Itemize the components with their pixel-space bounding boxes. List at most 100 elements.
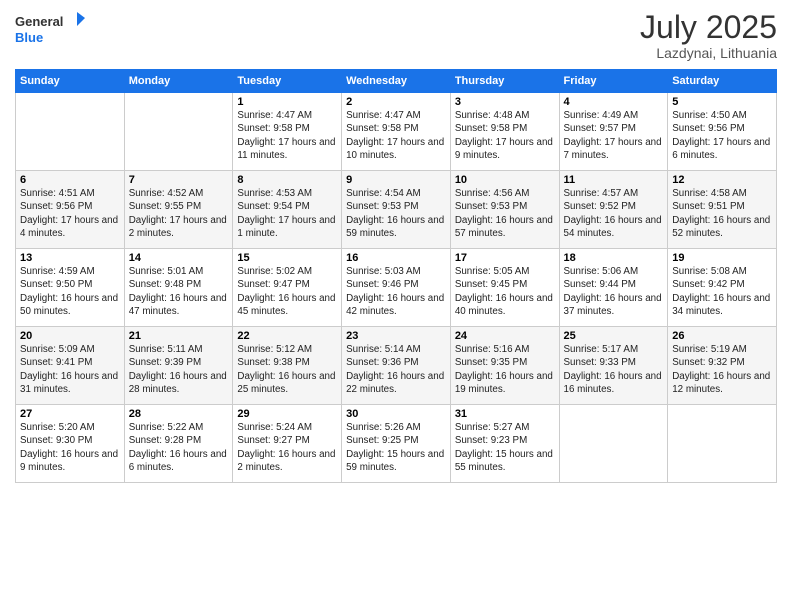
day-header-wednesday: Wednesday	[342, 70, 451, 93]
day-info: Sunrise: 5:08 AM Sunset: 9:42 PM Dayligh…	[672, 265, 772, 318]
location: Lazdynai, Lithuania	[640, 45, 777, 61]
day-number: 12	[672, 174, 772, 186]
day-info: Sunrise: 5:12 AM Sunset: 9:38 PM Dayligh…	[237, 343, 337, 396]
calendar-cell	[668, 405, 777, 483]
calendar-cell: 21Sunrise: 5:11 AM Sunset: 9:39 PM Dayli…	[124, 327, 233, 405]
day-header-tuesday: Tuesday	[233, 70, 342, 93]
day-number: 10	[455, 174, 555, 186]
calendar-cell: 9Sunrise: 4:54 AM Sunset: 9:53 PM Daylig…	[342, 171, 451, 249]
day-number: 29	[237, 408, 337, 420]
calendar-cell: 2Sunrise: 4:47 AM Sunset: 9:58 PM Daylig…	[342, 93, 451, 171]
day-info: Sunrise: 4:49 AM Sunset: 9:57 PM Dayligh…	[564, 109, 664, 162]
day-info: Sunrise: 5:17 AM Sunset: 9:33 PM Dayligh…	[564, 343, 664, 396]
day-info: Sunrise: 5:01 AM Sunset: 9:48 PM Dayligh…	[129, 265, 229, 318]
day-info: Sunrise: 5:20 AM Sunset: 9:30 PM Dayligh…	[20, 421, 120, 474]
day-number: 8	[237, 174, 337, 186]
day-info: Sunrise: 5:11 AM Sunset: 9:39 PM Dayligh…	[129, 343, 229, 396]
calendar-cell: 4Sunrise: 4:49 AM Sunset: 9:57 PM Daylig…	[559, 93, 668, 171]
day-number: 16	[346, 252, 446, 264]
day-info: Sunrise: 5:02 AM Sunset: 9:47 PM Dayligh…	[237, 265, 337, 318]
svg-text:General: General	[15, 14, 63, 29]
day-number: 9	[346, 174, 446, 186]
day-info: Sunrise: 4:48 AM Sunset: 9:58 PM Dayligh…	[455, 109, 555, 162]
day-info: Sunrise: 4:47 AM Sunset: 9:58 PM Dayligh…	[237, 109, 337, 162]
calendar-cell: 25Sunrise: 5:17 AM Sunset: 9:33 PM Dayli…	[559, 327, 668, 405]
day-info: Sunrise: 4:53 AM Sunset: 9:54 PM Dayligh…	[237, 187, 337, 240]
day-number: 23	[346, 330, 446, 342]
calendar-cell: 14Sunrise: 5:01 AM Sunset: 9:48 PM Dayli…	[124, 249, 233, 327]
day-number: 6	[20, 174, 120, 186]
day-number: 1	[237, 96, 337, 108]
day-info: Sunrise: 5:22 AM Sunset: 9:28 PM Dayligh…	[129, 421, 229, 474]
calendar-cell: 29Sunrise: 5:24 AM Sunset: 9:27 PM Dayli…	[233, 405, 342, 483]
calendar-cell: 18Sunrise: 5:06 AM Sunset: 9:44 PM Dayli…	[559, 249, 668, 327]
day-number: 14	[129, 252, 229, 264]
day-number: 30	[346, 408, 446, 420]
calendar-cell: 15Sunrise: 5:02 AM Sunset: 9:47 PM Dayli…	[233, 249, 342, 327]
calendar-cell: 3Sunrise: 4:48 AM Sunset: 9:58 PM Daylig…	[450, 93, 559, 171]
calendar-cell: 22Sunrise: 5:12 AM Sunset: 9:38 PM Dayli…	[233, 327, 342, 405]
day-header-sunday: Sunday	[16, 70, 125, 93]
day-number: 7	[129, 174, 229, 186]
calendar-week-row: 13Sunrise: 4:59 AM Sunset: 9:50 PM Dayli…	[16, 249, 777, 327]
day-number: 17	[455, 252, 555, 264]
title-block: July 2025 Lazdynai, Lithuania	[640, 10, 777, 61]
calendar-cell: 24Sunrise: 5:16 AM Sunset: 9:35 PM Dayli…	[450, 327, 559, 405]
calendar-cell: 26Sunrise: 5:19 AM Sunset: 9:32 PM Dayli…	[668, 327, 777, 405]
day-number: 25	[564, 330, 664, 342]
day-info: Sunrise: 5:09 AM Sunset: 9:41 PM Dayligh…	[20, 343, 120, 396]
day-number: 28	[129, 408, 229, 420]
logo: General Blue	[15, 10, 85, 50]
day-info: Sunrise: 4:59 AM Sunset: 9:50 PM Dayligh…	[20, 265, 120, 318]
calendar-week-row: 6Sunrise: 4:51 AM Sunset: 9:56 PM Daylig…	[16, 171, 777, 249]
calendar-cell: 1Sunrise: 4:47 AM Sunset: 9:58 PM Daylig…	[233, 93, 342, 171]
day-info: Sunrise: 5:06 AM Sunset: 9:44 PM Dayligh…	[564, 265, 664, 318]
svg-text:Blue: Blue	[15, 30, 43, 45]
calendar-cell: 5Sunrise: 4:50 AM Sunset: 9:56 PM Daylig…	[668, 93, 777, 171]
logo-svg: General Blue	[15, 10, 85, 50]
day-info: Sunrise: 4:51 AM Sunset: 9:56 PM Dayligh…	[20, 187, 120, 240]
day-number: 11	[564, 174, 664, 186]
calendar-cell: 20Sunrise: 5:09 AM Sunset: 9:41 PM Dayli…	[16, 327, 125, 405]
day-info: Sunrise: 4:56 AM Sunset: 9:53 PM Dayligh…	[455, 187, 555, 240]
day-header-friday: Friday	[559, 70, 668, 93]
day-info: Sunrise: 5:19 AM Sunset: 9:32 PM Dayligh…	[672, 343, 772, 396]
calendar-week-row: 27Sunrise: 5:20 AM Sunset: 9:30 PM Dayli…	[16, 405, 777, 483]
day-number: 4	[564, 96, 664, 108]
calendar-cell: 31Sunrise: 5:27 AM Sunset: 9:23 PM Dayli…	[450, 405, 559, 483]
header: General Blue July 2025 Lazdynai, Lithuan…	[15, 10, 777, 61]
day-number: 26	[672, 330, 772, 342]
day-info: Sunrise: 4:54 AM Sunset: 9:53 PM Dayligh…	[346, 187, 446, 240]
day-info: Sunrise: 4:52 AM Sunset: 9:55 PM Dayligh…	[129, 187, 229, 240]
calendar-cell: 8Sunrise: 4:53 AM Sunset: 9:54 PM Daylig…	[233, 171, 342, 249]
calendar-cell: 6Sunrise: 4:51 AM Sunset: 9:56 PM Daylig…	[16, 171, 125, 249]
calendar-header-row: SundayMondayTuesdayWednesdayThursdayFrid…	[16, 70, 777, 93]
day-number: 13	[20, 252, 120, 264]
day-number: 15	[237, 252, 337, 264]
calendar-cell: 28Sunrise: 5:22 AM Sunset: 9:28 PM Dayli…	[124, 405, 233, 483]
month-title: July 2025	[640, 10, 777, 45]
calendar-cell: 16Sunrise: 5:03 AM Sunset: 9:46 PM Dayli…	[342, 249, 451, 327]
day-info: Sunrise: 5:03 AM Sunset: 9:46 PM Dayligh…	[346, 265, 446, 318]
day-number: 31	[455, 408, 555, 420]
day-number: 2	[346, 96, 446, 108]
day-number: 24	[455, 330, 555, 342]
day-number: 27	[20, 408, 120, 420]
day-info: Sunrise: 5:24 AM Sunset: 9:27 PM Dayligh…	[237, 421, 337, 474]
day-header-thursday: Thursday	[450, 70, 559, 93]
day-number: 22	[237, 330, 337, 342]
day-info: Sunrise: 4:50 AM Sunset: 9:56 PM Dayligh…	[672, 109, 772, 162]
day-number: 5	[672, 96, 772, 108]
day-info: Sunrise: 5:05 AM Sunset: 9:45 PM Dayligh…	[455, 265, 555, 318]
calendar-cell: 11Sunrise: 4:57 AM Sunset: 9:52 PM Dayli…	[559, 171, 668, 249]
day-info: Sunrise: 5:16 AM Sunset: 9:35 PM Dayligh…	[455, 343, 555, 396]
calendar-cell	[559, 405, 668, 483]
calendar-cell: 7Sunrise: 4:52 AM Sunset: 9:55 PM Daylig…	[124, 171, 233, 249]
day-info: Sunrise: 5:14 AM Sunset: 9:36 PM Dayligh…	[346, 343, 446, 396]
day-info: Sunrise: 4:57 AM Sunset: 9:52 PM Dayligh…	[564, 187, 664, 240]
calendar-cell: 23Sunrise: 5:14 AM Sunset: 9:36 PM Dayli…	[342, 327, 451, 405]
day-number: 3	[455, 96, 555, 108]
calendar-cell: 19Sunrise: 5:08 AM Sunset: 9:42 PM Dayli…	[668, 249, 777, 327]
day-number: 19	[672, 252, 772, 264]
page: General Blue July 2025 Lazdynai, Lithuan…	[0, 0, 792, 612]
